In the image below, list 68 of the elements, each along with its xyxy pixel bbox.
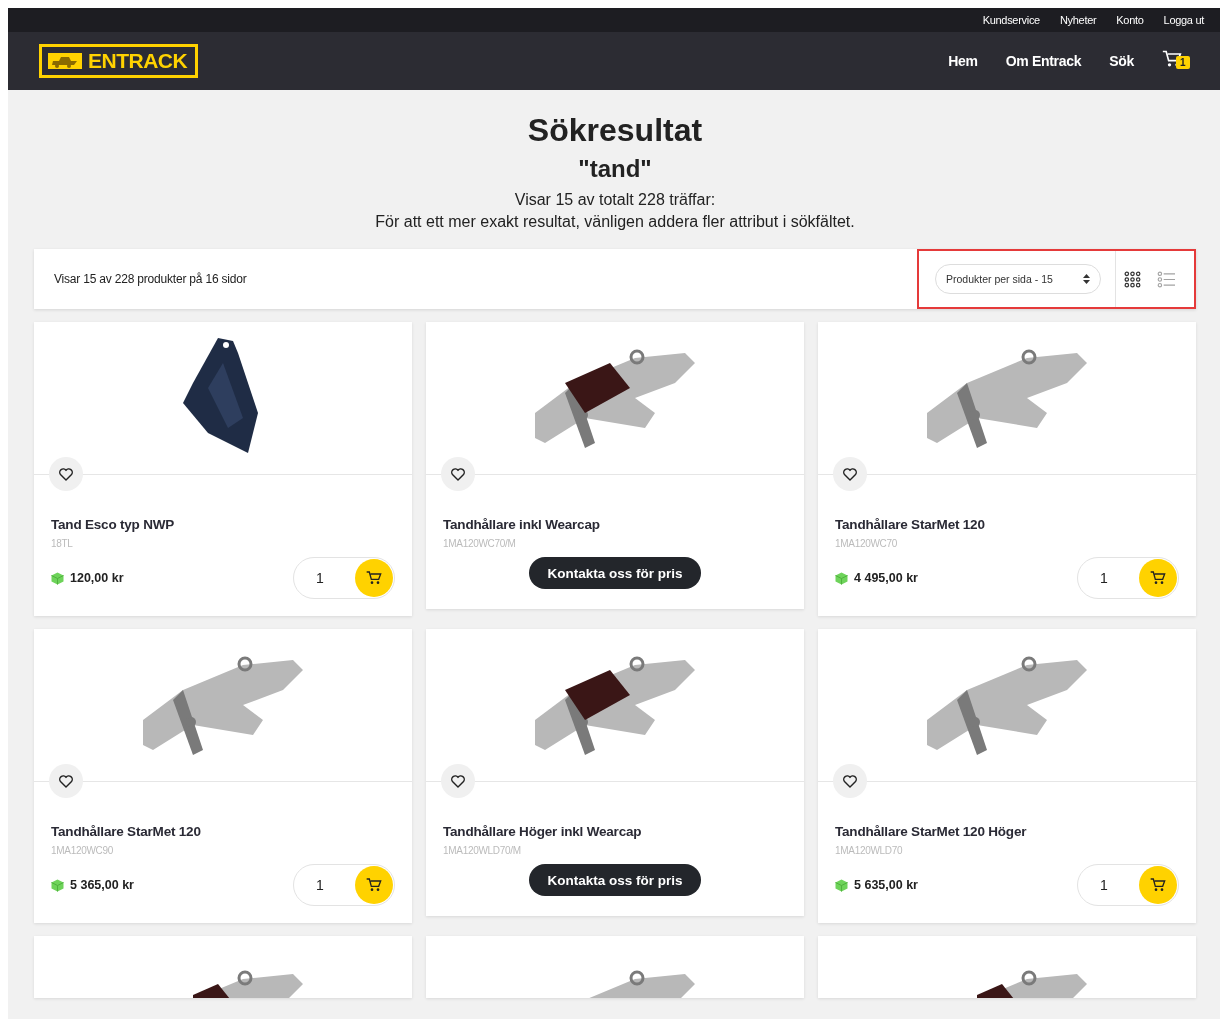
logo[interactable]: ENTRACK (39, 44, 199, 78)
product-price: 5 635,00 kr (854, 878, 918, 892)
search-hint: För att ett mer exakt resultat, vänligen addera fler attribut i sökfältet. (375, 212, 855, 232)
cart-icon (366, 877, 382, 893)
product-name[interactable]: Tandhållare StarMet 120 (835, 517, 985, 532)
logo-text: ENTRACK (88, 49, 188, 73)
favorite-button[interactable] (441, 764, 475, 798)
product-sku: 1MA120WC70 (835, 538, 899, 549)
contact-for-price-button[interactable]: Kontakta oss för pris (529, 864, 701, 896)
cube-icon (51, 878, 64, 892)
favorite-button[interactable] (833, 764, 867, 798)
quantity-field[interactable]: 1 (298, 569, 342, 587)
cart-count-badge: 1 (1176, 56, 1190, 69)
product-sku: 1MA120WLD70 (835, 845, 904, 856)
add-to-cart-button[interactable] (1139, 559, 1177, 597)
nav-link[interactable]: Hem (948, 53, 978, 69)
favorite-button[interactable] (49, 764, 83, 798)
top-link[interactable]: Konto (1116, 14, 1144, 26)
cube-icon (51, 571, 64, 585)
heart-icon (451, 467, 465, 481)
product-price: 5 365,00 kr (70, 878, 134, 892)
product-sku: 1MA120WC70/M (443, 538, 517, 549)
product-name[interactable]: Tand Esco typ NWP (51, 517, 175, 532)
top-link[interactable]: Kundservice (982, 14, 1040, 26)
nav-link[interactable]: Sök (1109, 53, 1134, 69)
nav-link[interactable]: Om Entrack (1005, 53, 1082, 69)
favorite-button[interactable] (49, 457, 83, 491)
add-to-cart-button[interactable] (355, 866, 393, 904)
per-page-select[interactable]: Produkter per sida - 15 (935, 264, 1101, 294)
product-name[interactable]: Tandhållare StarMet 120 Höger (835, 824, 1027, 839)
quantity-field[interactable]: 1 (1082, 876, 1126, 894)
product-sku: 1MA120WC90 (51, 845, 115, 856)
product-name[interactable]: Tandhållare StarMet 120 (51, 824, 201, 839)
top-link[interactable]: Nyheter (1059, 14, 1097, 26)
add-to-cart-button[interactable] (1139, 866, 1177, 904)
product-sku: 1MA120WLD70/M (443, 845, 522, 856)
top-link[interactable]: Logga ut (1163, 14, 1204, 26)
quantity-field[interactable]: 1 (298, 876, 342, 894)
heart-icon (843, 467, 857, 481)
page-title: Sökresultat (527, 111, 703, 150)
cart-icon (366, 570, 382, 586)
product-name[interactable]: Tandhållare inkl Wearcap (443, 517, 600, 532)
quantity-field[interactable]: 1 (1082, 569, 1126, 587)
sort-arrows-icon (1083, 274, 1090, 284)
cart-button[interactable]: 1 (1162, 49, 1190, 73)
cart-icon (1150, 570, 1166, 586)
grid-view-button[interactable] (1122, 268, 1143, 290)
favorite-button[interactable] (833, 457, 867, 491)
grid-icon (1124, 270, 1141, 288)
favorite-button[interactable] (441, 457, 475, 491)
results-info: Visar 15 av 228 produkter på 16 sidor (54, 272, 248, 286)
cart-icon (1162, 49, 1182, 69)
cart-icon (1150, 877, 1166, 893)
search-query: "tand" (578, 154, 652, 184)
heart-icon (59, 774, 73, 788)
product-sku: 18TL (51, 538, 74, 549)
cube-icon (835, 878, 848, 892)
heart-icon (451, 774, 465, 788)
heart-icon (843, 774, 857, 788)
add-to-cart-button[interactable] (355, 559, 393, 597)
heart-icon (59, 467, 73, 481)
product-name[interactable]: Tandhållare Höger inkl Wearcap (443, 824, 642, 839)
product-price: 120,00 kr (70, 571, 124, 585)
list-icon (1157, 270, 1176, 288)
contact-for-price-button[interactable]: Kontakta oss för pris (529, 557, 701, 589)
product-price: 4 495,00 kr (854, 571, 918, 585)
results-summary: Visar 15 av totalt 228 träffar: (514, 190, 716, 210)
cube-icon (835, 571, 848, 585)
